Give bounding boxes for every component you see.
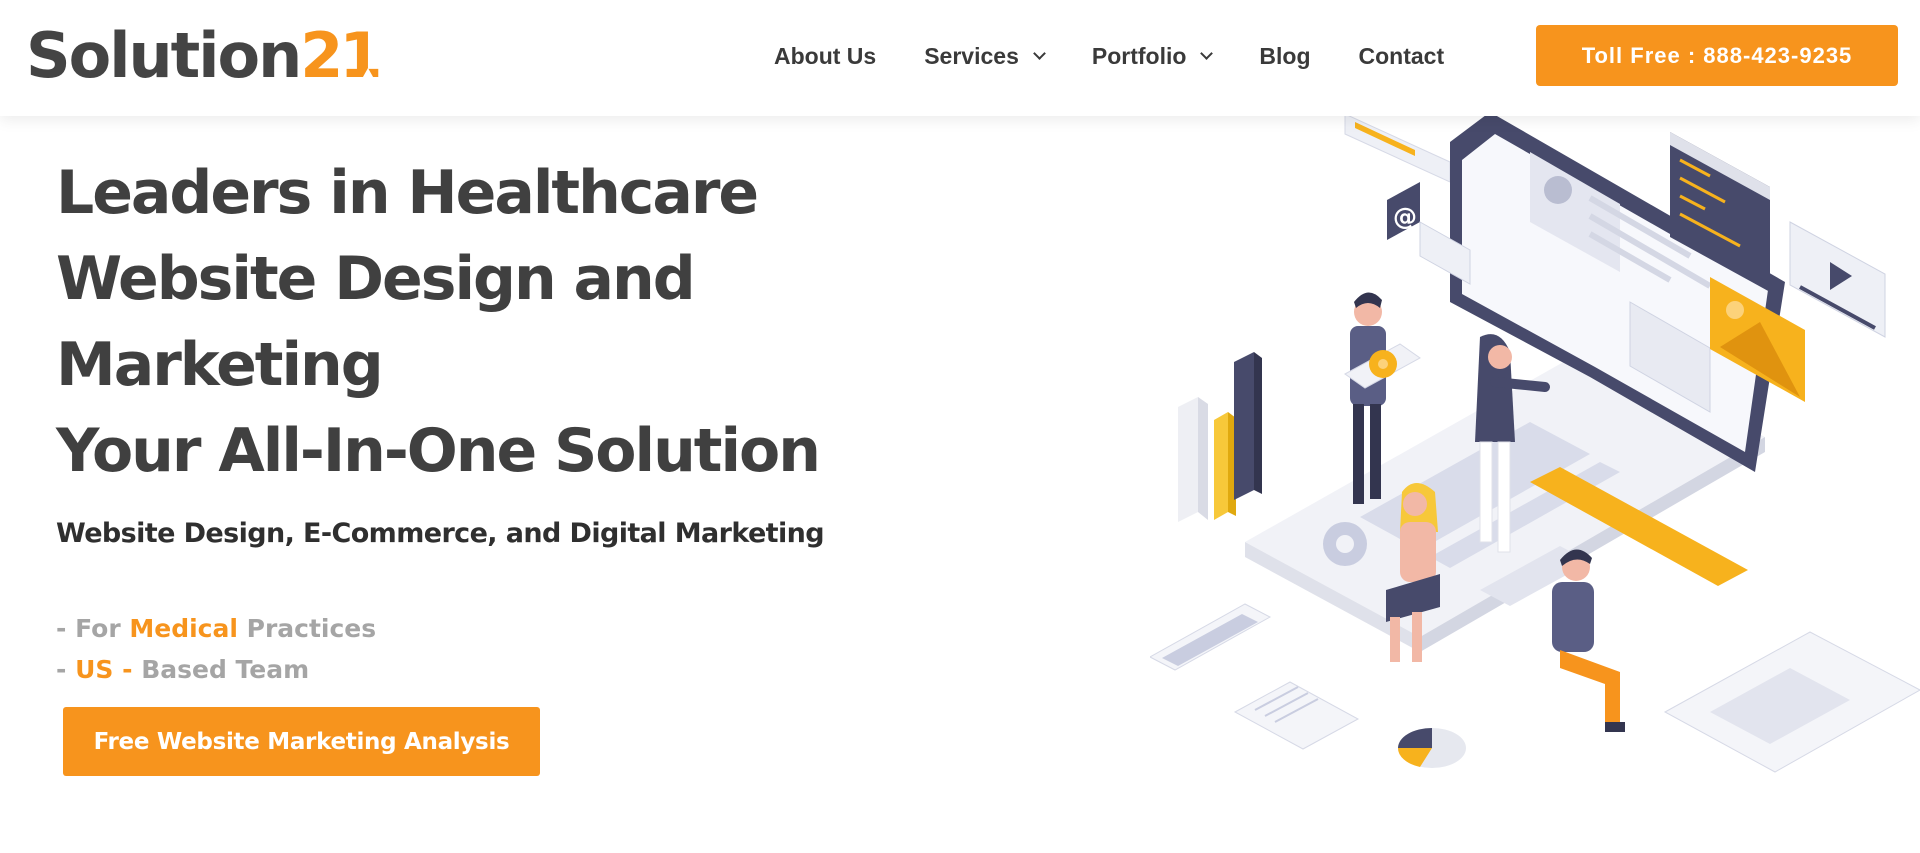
nav-services[interactable]: Services bbox=[924, 42, 1046, 70]
hero-title-line: Website Design and bbox=[56, 244, 696, 314]
video-card bbox=[1789, 221, 1886, 338]
free-analysis-button[interactable]: Free Website Marketing Analysis bbox=[63, 707, 540, 776]
at-sign-icon: @ bbox=[1393, 203, 1417, 231]
hero-title-line: Leaders in Healthcare bbox=[56, 158, 759, 228]
logo-number: 21 bbox=[300, 19, 382, 92]
nav-about-us[interactable]: About Us bbox=[774, 43, 876, 70]
hero-title: Leaders in Healthcare Website Design and… bbox=[56, 150, 956, 494]
hero-title-line: Marketing bbox=[56, 330, 384, 400]
logo[interactable]: Solution 21 bbox=[26, 19, 383, 92]
paper-note bbox=[1233, 681, 1360, 750]
gear-icon bbox=[1323, 522, 1367, 566]
phone-device bbox=[1150, 603, 1272, 671]
nav-about-us-label: About Us bbox=[774, 42, 877, 69]
nav-portfolio[interactable]: Portfolio bbox=[1091, 42, 1214, 70]
nav-services-label: Services bbox=[924, 42, 1019, 69]
nav-blog-label: Blog bbox=[1259, 42, 1311, 69]
nav-blog[interactable]: Blog bbox=[1259, 43, 1310, 70]
logo-text: Solution bbox=[26, 19, 302, 92]
user-icon bbox=[1544, 176, 1572, 204]
image-icon bbox=[1726, 301, 1744, 319]
logo-arrow-icon bbox=[358, 68, 377, 84]
bullet-medical: - For Medical Practices bbox=[56, 614, 377, 643]
nav-contact-label: Contact bbox=[1358, 42, 1445, 69]
pie-chart bbox=[1397, 728, 1466, 768]
highlight-us: US - bbox=[75, 655, 133, 684]
toll-free-button[interactable]: Toll Free : 888-423-9235 bbox=[1536, 25, 1898, 86]
main-nav: About Us Services Portfolio Blog Contact bbox=[774, 40, 1444, 72]
nav-contact[interactable]: Contact bbox=[1359, 43, 1445, 70]
floor-document bbox=[1663, 631, 1920, 773]
hero-illustration: @ bbox=[1150, 112, 1920, 773]
bullet-us-team: - US - Based Team bbox=[56, 655, 310, 684]
nav-portfolio-label: Portfolio bbox=[1091, 42, 1187, 69]
hero-title-line: Your All-In-One Solution bbox=[56, 416, 821, 486]
bar-pillars bbox=[1178, 352, 1262, 522]
site-header: Solution 21 About Us Services Portfolio … bbox=[0, 0, 1920, 116]
highlight-medical: Medical bbox=[129, 614, 238, 643]
progress-card bbox=[1344, 113, 1451, 183]
chevron-down-icon bbox=[1200, 46, 1214, 60]
chevron-down-icon bbox=[1032, 46, 1046, 60]
hero-subtitle: Website Design, E-Commerce, and Digital … bbox=[56, 518, 825, 549]
hero-bullets: - For Medical Practices - US - Based Tea… bbox=[56, 608, 376, 690]
